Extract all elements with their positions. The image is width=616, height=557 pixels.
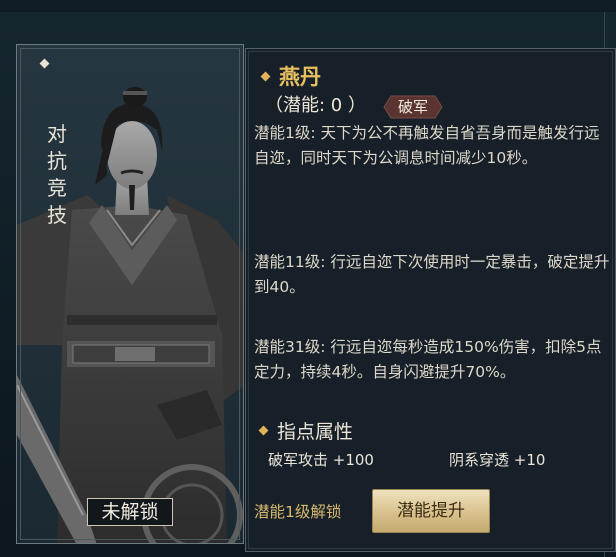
skill-name: 燕丹	[279, 65, 321, 89]
skill-title-row: 燕丹	[260, 61, 321, 91]
attributes-header: 指点属性	[258, 417, 354, 444]
tag-label: 破军	[397, 98, 428, 116]
tag-badge: 破军	[383, 95, 443, 119]
title-char: 竞	[47, 176, 67, 200]
gold-diamond-icon	[258, 425, 269, 436]
attribute-item: 阴系穿透 +10	[449, 451, 546, 469]
potential-desc-11: 潜能11级: 行远自迩下次使用时一定暴击，破定提升到40。	[254, 253, 610, 296]
character-card: 对 抗 竞 技 未解锁	[16, 44, 244, 544]
potential-desc-1: 潜能1级: 天下为公不再触发自省吾身而是触发行远自迩，同时天下为公调息时间减少1…	[254, 124, 600, 167]
skill-info-panel: 燕丹 （潜能: 0 ） 破军 潜能1级: 天下为公不再触发自省吾身而是触发行远自…	[245, 48, 616, 552]
attribute-item: 破军攻击 +100	[268, 451, 374, 469]
potential-upgrade-button[interactable]: 潜能提升	[372, 489, 490, 533]
title-char: 对	[47, 122, 67, 146]
attributes-title: 指点属性	[277, 421, 354, 443]
title-char: 抗	[47, 149, 67, 173]
locked-status-label: 未解锁	[87, 498, 173, 526]
unlock-hint: 潜能1级解锁	[254, 503, 342, 521]
title-char: 技	[47, 203, 67, 227]
card-vertical-title: 对 抗 竞 技	[45, 121, 69, 229]
gold-diamond-icon	[260, 71, 271, 81]
potential-desc-31: 潜能31级: 行远自迩每秒造成150%伤害，扣除5点定力，持续4秒。自身闪避提升…	[254, 338, 602, 381]
potential-level: （潜能: 0 ）	[265, 95, 366, 116]
